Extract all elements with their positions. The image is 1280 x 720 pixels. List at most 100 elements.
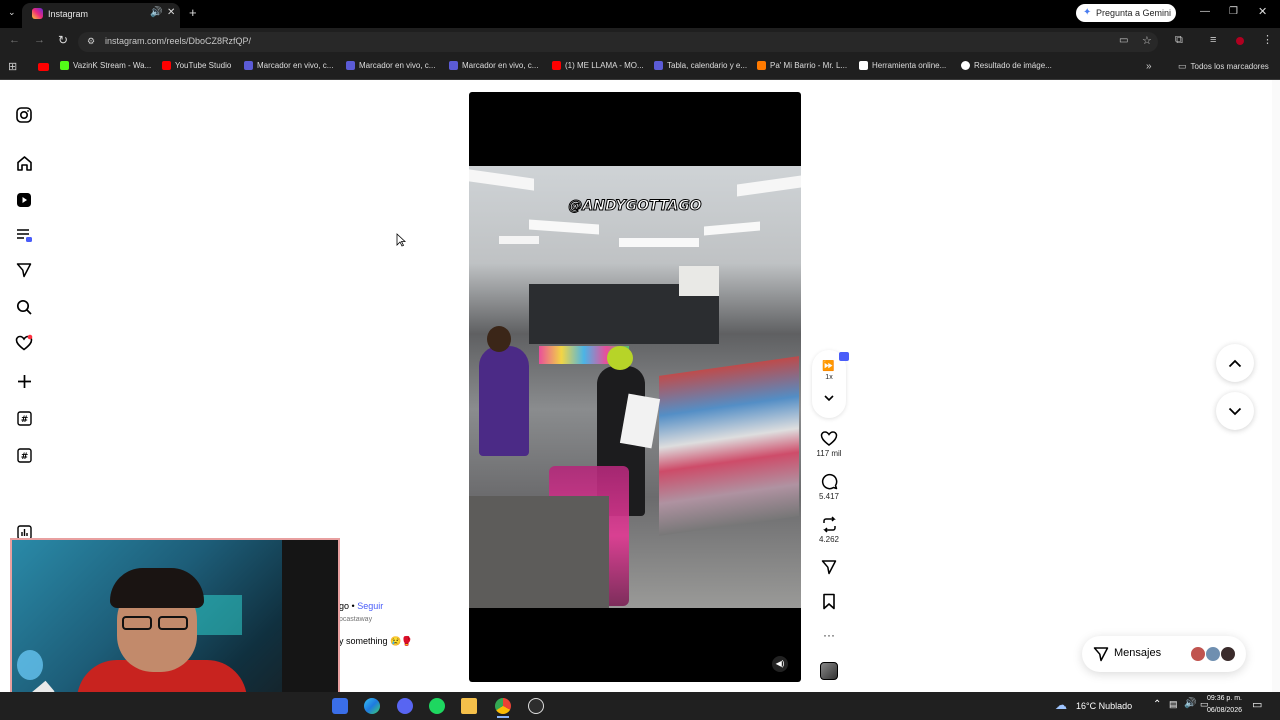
bookmark-item[interactable]: Tabla, calendario y e...: [654, 61, 747, 70]
browser-menu-icon[interactable]: ⋮: [1262, 33, 1273, 46]
extensions-icon[interactable]: ⧉: [1175, 34, 1183, 47]
site-icon: [757, 61, 766, 70]
hashtag-icon[interactable]: #: [14, 445, 34, 465]
edge-icon[interactable]: [364, 698, 380, 714]
mute-toggle-icon[interactable]: ◀): [772, 656, 788, 672]
google-icon: [961, 61, 970, 70]
bookmark-youtube-icon[interactable]: [38, 63, 49, 71]
weather-cloud-icon[interactable]: ☁: [1055, 698, 1067, 712]
reload-icon[interactable]: ↻: [58, 33, 68, 47]
bookmark-item[interactable]: YouTube Studio: [162, 61, 231, 70]
chevron-down-icon: [1228, 407, 1242, 415]
more-bookmarks-icon[interactable]: »: [1146, 61, 1152, 72]
bookmark-label: Pa' Mi Barrio - Mr. L...: [770, 61, 848, 70]
profile-icon[interactable]: [1236, 37, 1244, 45]
audio-thumbnail[interactable]: [820, 662, 838, 680]
reel-video-player[interactable]: @ANDYGOTTAGO ◀): [469, 92, 801, 682]
bookmark-item[interactable]: Marcador en vivo, c...: [449, 61, 538, 70]
fast-forward-icon[interactable]: ⏩: [822, 361, 834, 372]
video-watermark: @ANDYGOTTAGO: [568, 198, 702, 215]
chrome-icon[interactable]: [495, 698, 511, 714]
tray-chevron-icon[interactable]: ⌃: [1153, 699, 1161, 710]
bookmark-item[interactable]: Herramienta online...: [859, 61, 946, 70]
apps-grid-icon[interactable]: ⊞: [8, 60, 17, 73]
tab-close-icon[interactable]: ✕: [167, 7, 175, 18]
back-icon[interactable]: ←: [9, 34, 20, 46]
restore-icon[interactable]: ❐: [1229, 6, 1238, 17]
heart-icon: [820, 431, 838, 446]
window-close-icon[interactable]: ✕: [1258, 5, 1267, 18]
bookmark-label: Herramienta online...: [872, 61, 947, 70]
tab-instagram[interactable]: Instagram 🔊 ✕: [22, 3, 180, 28]
site-icon: [244, 61, 253, 70]
bookmark-label: Marcador en vivo, c...: [462, 61, 539, 70]
install-app-icon[interactable]: ▭: [1119, 35, 1128, 46]
speed-chevron-down-icon[interactable]: [823, 394, 835, 402]
tab-list-chevron-icon[interactable]: ⌄: [8, 7, 16, 18]
discord-icon[interactable]: [397, 698, 413, 714]
instagram-favicon-icon: [32, 8, 43, 19]
avatar: [1205, 646, 1221, 662]
bookmark-item[interactable]: (1) ME LLAMA - MO...: [552, 61, 644, 70]
bookmark-item[interactable]: Pa' Mi Barrio - Mr. L...: [757, 61, 847, 70]
clock-date[interactable]: 06/08/2026: [1202, 707, 1242, 714]
spotify-icon[interactable]: [429, 698, 445, 714]
forward-icon[interactable]: →: [34, 34, 45, 46]
gemini-sparkle-icon: ✦: [1083, 7, 1092, 18]
site-info-icon[interactable]: ⚙: [87, 36, 95, 47]
author-name[interactable]: go: [339, 601, 349, 611]
messages-icon[interactable]: [14, 260, 34, 280]
like-button[interactable]: 117 mil: [812, 430, 846, 458]
bookmark-item[interactable]: Resultado de imáge...: [961, 61, 1052, 70]
notification-center-icon[interactable]: ▭: [1252, 698, 1262, 711]
search-icon[interactable]: [14, 297, 34, 317]
new-tab-icon[interactable]: +: [189, 5, 197, 20]
messages-label: Mensajes: [1114, 647, 1162, 659]
repost-count: 4.262: [818, 535, 840, 544]
share-button[interactable]: [812, 559, 846, 577]
threads-icon[interactable]: #: [14, 408, 34, 428]
speed-value[interactable]: 1x: [812, 374, 846, 381]
gemini-label: Pregunta a Gemini: [1096, 8, 1172, 18]
obs-icon[interactable]: [528, 698, 544, 714]
speed-badge-icon: [839, 352, 849, 361]
comment-button[interactable]: 5.417: [812, 473, 846, 501]
audio-label[interactable]: pcastaway: [339, 616, 372, 623]
create-plus-icon[interactable]: [14, 371, 34, 391]
follow-link[interactable]: Seguir: [357, 601, 383, 611]
store-icon[interactable]: [332, 698, 348, 714]
bookmark-item[interactable]: VazinK Stream - Wa...: [60, 61, 151, 70]
reels-icon[interactable]: [14, 190, 34, 210]
save-button[interactable]: [812, 593, 846, 612]
next-reel-button[interactable]: [1216, 392, 1254, 430]
volume-icon[interactable]: 🔊: [1184, 698, 1196, 709]
comment-icon: [821, 473, 837, 490]
messages-button[interactable]: Mensajes: [1082, 636, 1246, 672]
instagram-logo-icon[interactable]: [14, 105, 34, 125]
kick-icon: [60, 61, 69, 70]
file-explorer-icon[interactable]: [461, 698, 477, 714]
bookmark-item[interactable]: Marcador en vivo, c...: [346, 61, 435, 70]
address-bar[interactable]: ⚙ instagram.com/reels/DboCZ8RzfQP/ ▭ ☆: [78, 32, 1158, 52]
bookmark-item[interactable]: Marcador en vivo, c...: [244, 61, 333, 70]
repost-button[interactable]: 4.262: [812, 516, 846, 544]
weather-text[interactable]: 16°C Nublado: [1076, 701, 1132, 711]
clock-time[interactable]: 09:36 p. m.: [1202, 695, 1242, 702]
network-icon[interactable]: ▤: [1169, 699, 1178, 710]
video-frame: @ANDYGOTTAGO: [469, 166, 801, 608]
minimize-icon[interactable]: —: [1200, 6, 1210, 17]
previous-reel-button[interactable]: [1216, 344, 1254, 382]
more-options-icon[interactable]: ···: [812, 628, 846, 642]
home-icon[interactable]: [14, 153, 34, 173]
page-scrollbar[interactable]: [1272, 80, 1280, 692]
all-bookmarks-button[interactable]: ▭ Todos los marcadores: [1178, 61, 1269, 72]
gemini-button[interactable]: ✦ Pregunta a Gemini: [1076, 4, 1176, 22]
svg-text:#: #: [20, 415, 28, 425]
media-controls-icon[interactable]: ≡: [1210, 34, 1216, 46]
repost-icon: [822, 516, 836, 533]
tab-audio-icon[interactable]: 🔊: [150, 7, 162, 18]
activity-feed-icon[interactable]: [14, 225, 34, 245]
bookmark-star-icon[interactable]: ☆: [1142, 34, 1152, 47]
notifications-heart-icon[interactable]: [14, 333, 34, 353]
cat-icon: [17, 650, 43, 680]
